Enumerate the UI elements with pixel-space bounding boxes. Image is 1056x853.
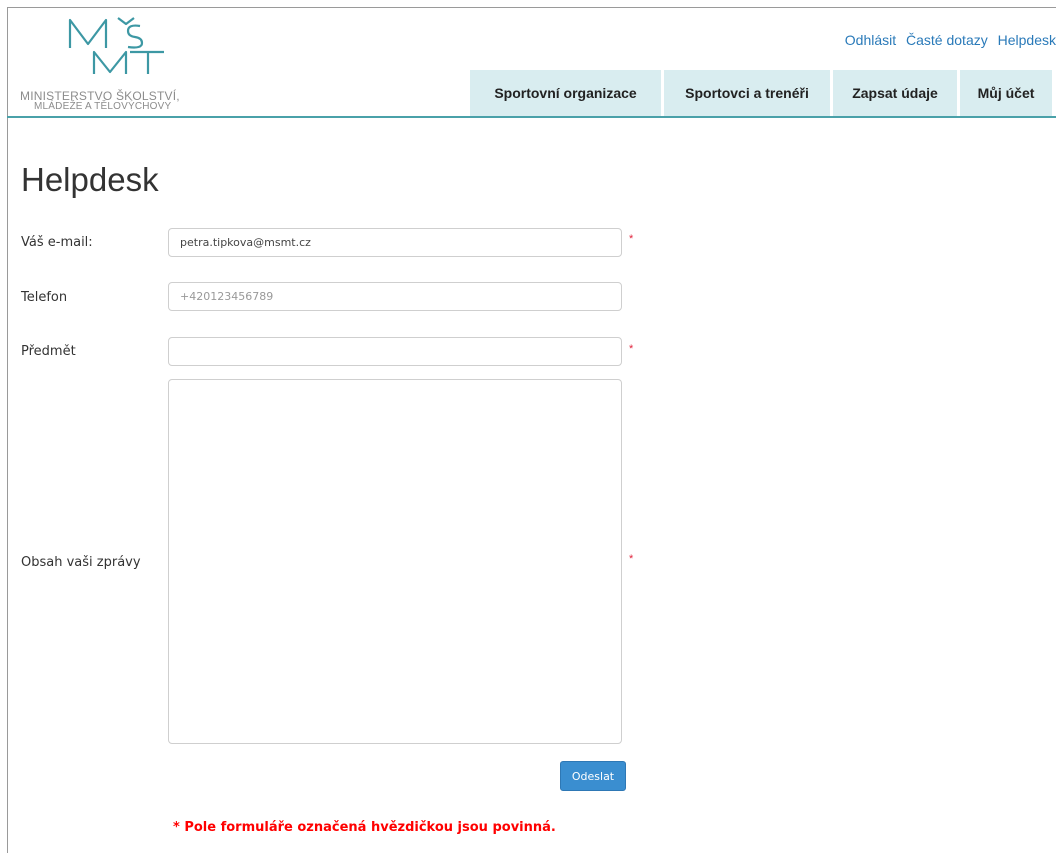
main-nav: Sportovní organizace Sportovci a trenéři… [470,70,1052,116]
phone-field[interactable] [168,282,622,311]
faq-link[interactable]: Časté dotazy [906,32,988,48]
helpdesk-link[interactable]: Helpdesk [998,32,1056,48]
window-border-top [7,7,1056,8]
logout-link[interactable]: Odhlásit [845,32,896,48]
nav-divider [7,116,1056,118]
submit-button[interactable]: Odeslat [560,761,626,791]
nav-item-muj-ucet[interactable]: Můj účet [960,70,1052,116]
email-required-mark: * [629,233,634,245]
nav-item-sportovci-a-treneri[interactable]: Sportovci a trenéři [664,70,830,116]
window-border-left [7,7,8,853]
subject-required-mark: * [629,343,634,355]
logo-text-line2: MLÁDEŽE A TĚLOVÝCHOVY [34,101,172,112]
nav-item-sportovni-organizace[interactable]: Sportovní organizace [470,70,661,116]
top-links: Odhlásit Časté dotazy Helpdesk [839,32,1056,48]
page-title: Helpdesk [21,161,159,198]
required-fields-note: * Pole formuláře označená hvězdičkou jso… [173,820,556,835]
subject-field[interactable] [168,337,622,366]
ministry-logo[interactable]: MINISTERSTVO ŠKOLSTVÍ, MLÁDEŽE A TĚLOVÝC… [20,14,220,112]
email-field[interactable] [168,228,622,257]
subject-label: Předmět [21,344,76,359]
msmt-logo-mark [68,17,164,74]
message-textarea[interactable] [168,379,622,744]
email-label: Váš e-mail: [21,235,93,250]
message-label: Obsah vaši zprávy [21,555,141,570]
phone-label: Telefon [21,290,68,305]
nav-item-zapsat-udaje[interactable]: Zapsat údaje [833,70,957,116]
message-required-mark: * [629,553,634,565]
